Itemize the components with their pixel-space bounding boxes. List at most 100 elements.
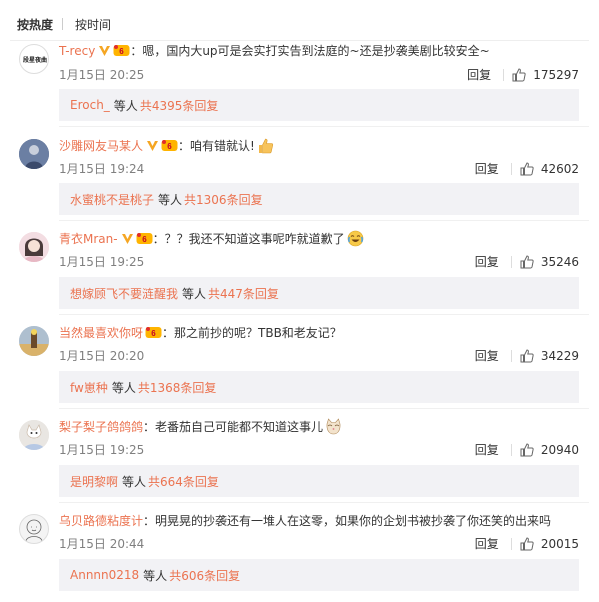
comment-username[interactable]: 梨子梨子鸽鸽鸽 <box>59 418 143 435</box>
replies-bar[interactable]: Eroch_ 等人 共4395条回复 <box>59 89 579 121</box>
comment-divider <box>59 408 589 409</box>
reply-count-link[interactable]: 共447条回复 <box>208 285 279 302</box>
replies-bar[interactable]: 水蜜桃不是桃子 等人 共1306条回复 <box>59 183 579 215</box>
vip-badge-icon: 6 <box>136 233 153 244</box>
comment-divider <box>59 126 589 127</box>
comment-time: 1月15日 20:25 <box>59 68 145 82</box>
sort-bar: 按热度 按时间 <box>17 14 111 34</box>
svg-text:6: 6 <box>142 235 147 244</box>
avatar-scene-icon <box>19 326 49 356</box>
avatar[interactable] <box>19 232 49 262</box>
comment-username[interactable]: 沙雕网友马某人 <box>59 137 143 154</box>
svg-text:6: 6 <box>120 47 125 56</box>
vip-badge-icon: 6 <box>113 45 130 56</box>
reply-button[interactable]: 回复 <box>475 347 499 364</box>
comment-username[interactable]: 当然最喜欢你呀 <box>59 324 143 341</box>
replies-bar[interactable]: 是明黎啊 等人 共664条回复 <box>59 465 579 497</box>
reply-username[interactable]: 想嫁顾飞不要涟醒我 <box>70 285 178 302</box>
comment-actions: 回复 20940 <box>475 441 579 458</box>
replies-bar[interactable]: fw崽种 等人 共1368条回复 <box>59 371 579 403</box>
reply-mid-text: 等人 <box>158 192 183 207</box>
thumbs-up-icon[interactable] <box>520 348 534 363</box>
avatar-sketch-icon <box>25 519 43 542</box>
avatar-logo-text: 段星夜曲 <box>23 57 48 64</box>
reply-count-link[interactable]: 共4395条回复 <box>140 97 219 114</box>
sort-by-time-tab[interactable]: 按时间 <box>75 16 111 33</box>
reply-button[interactable]: 回复 <box>475 160 499 177</box>
reply-username[interactable]: 是明黎啊 <box>70 473 118 490</box>
comment-username[interactable]: T-recy <box>59 44 95 58</box>
comment-actions: 回复 175297 <box>467 66 579 83</box>
comment-text: ：那之前抄的呢？TBB和老友记？ <box>162 326 342 340</box>
avatar[interactable] <box>19 420 49 450</box>
comment-username[interactable]: 青衣Mran- <box>59 230 118 247</box>
reply-username[interactable]: 水蜜桃不是桃子 <box>70 191 154 208</box>
sort-by-hot-tab[interactable]: 按热度 <box>17 16 53 33</box>
comment-text: ：咱有错就认! <box>178 139 255 153</box>
laugh-cry-emoji <box>347 230 363 247</box>
comment-text: ：明晃晃的抄袭还有一堆人在这零，如果你的企划书被抄袭了你还笑的出来吗 <box>143 514 552 528</box>
reply-button[interactable]: 回复 <box>475 253 499 270</box>
svg-text:6: 6 <box>167 142 172 151</box>
action-separator <box>510 443 512 456</box>
vip-badge-icon: 6 <box>161 140 178 151</box>
comment-username[interactable]: 乌贝路德粘度计 <box>59 512 143 529</box>
like-count: 20015 <box>540 536 579 551</box>
replies-bar[interactable]: Annnn0218 等人 共606条回复 <box>59 559 579 591</box>
like-count: 175297 <box>533 67 579 82</box>
comment-text: ：？？我还不知道这事呢咋就道歉了 <box>152 232 345 246</box>
thumbs-up-icon[interactable] <box>520 254 534 269</box>
comment-divider <box>59 220 589 221</box>
thumbs-up-icon[interactable] <box>512 67 526 82</box>
verified-v-icon <box>121 234 133 244</box>
comment-head: 乌贝路德粘度计 ：明晃晃的抄袭还有一堆人在这零，如果你的企划书被抄袭了你还笑的出… <box>59 512 551 529</box>
comment-head: 沙雕网友马某人 6 ：咱有错就认! <box>59 137 274 154</box>
comment-actions: 回复 20015 <box>475 535 579 552</box>
action-separator <box>510 537 512 550</box>
comment-text: ：嗯，国内大up可是会实打实告到法庭的~还是抄袭美剧比较安全~ <box>130 44 490 58</box>
action-separator <box>510 255 512 268</box>
comment-head: 当然最喜欢你呀 6 ：那之前抄的呢？TBB和老友记？ <box>59 324 342 341</box>
avatar[interactable] <box>19 326 49 356</box>
comment-time: 1月15日 20:20 <box>59 349 145 363</box>
reply-mid-text: 等人 <box>182 286 207 301</box>
comment-time: 1月15日 19:25 <box>59 443 145 457</box>
thumbs-up-icon[interactable] <box>520 442 534 457</box>
reply-username[interactable]: Annnn0218 <box>70 568 139 582</box>
comment-time: 1月15日 20:44 <box>59 537 145 551</box>
reply-button[interactable]: 回复 <box>475 441 499 458</box>
thumbs-up-icon[interactable] <box>520 161 534 176</box>
like-count: 42602 <box>540 161 579 176</box>
reply-username[interactable]: Eroch_ <box>70 98 110 112</box>
reply-count-link[interactable]: 共1306条回复 <box>184 191 263 208</box>
reply-mid-text: 等人 <box>111 380 136 395</box>
reply-count-link[interactable]: 共1368条回复 <box>138 379 217 396</box>
thumbs-up-icon[interactable] <box>520 536 534 551</box>
action-separator <box>510 162 512 175</box>
reply-username[interactable]: fw崽种 <box>70 379 108 396</box>
verified-v-icon <box>99 46 111 56</box>
avatar[interactable] <box>19 514 49 544</box>
avatar-figure-icon <box>19 139 49 169</box>
verified-v-icon <box>147 141 159 151</box>
reply-count-link[interactable]: 共606条回复 <box>169 567 240 584</box>
action-separator <box>503 68 505 81</box>
comment-time: 1月15日 19:25 <box>59 255 145 269</box>
comment-time: 1月15日 19:24 <box>59 162 145 176</box>
comment-actions: 回复 35246 <box>475 253 579 270</box>
avatar[interactable] <box>19 139 49 169</box>
comment-text: ：老番茄自己可能都不知道这事儿 <box>143 420 324 434</box>
reply-button[interactable]: 回复 <box>475 535 499 552</box>
reply-mid-text: 等人 <box>113 98 138 113</box>
comment-head: 梨子梨子鸽鸽鸽 ：老番茄自己可能都不知道这事儿 <box>59 418 342 435</box>
comment-actions: 回复 34229 <box>475 347 579 364</box>
reply-count-link[interactable]: 共664条回复 <box>148 473 219 490</box>
reply-button[interactable]: 回复 <box>467 66 491 83</box>
comment-actions: 回复 42602 <box>475 160 579 177</box>
cat-emoji <box>326 418 341 435</box>
top-divider <box>10 40 589 41</box>
avatar[interactable]: 段星夜曲 <box>19 44 49 74</box>
reply-mid-text: 等人 <box>122 474 147 489</box>
replies-bar[interactable]: 想嫁顾飞不要涟醒我 等人 共447条回复 <box>59 277 579 309</box>
comment-head: 青衣Mran- 6 ：？？我还不知道这事呢咋就道歉了 <box>59 230 364 247</box>
